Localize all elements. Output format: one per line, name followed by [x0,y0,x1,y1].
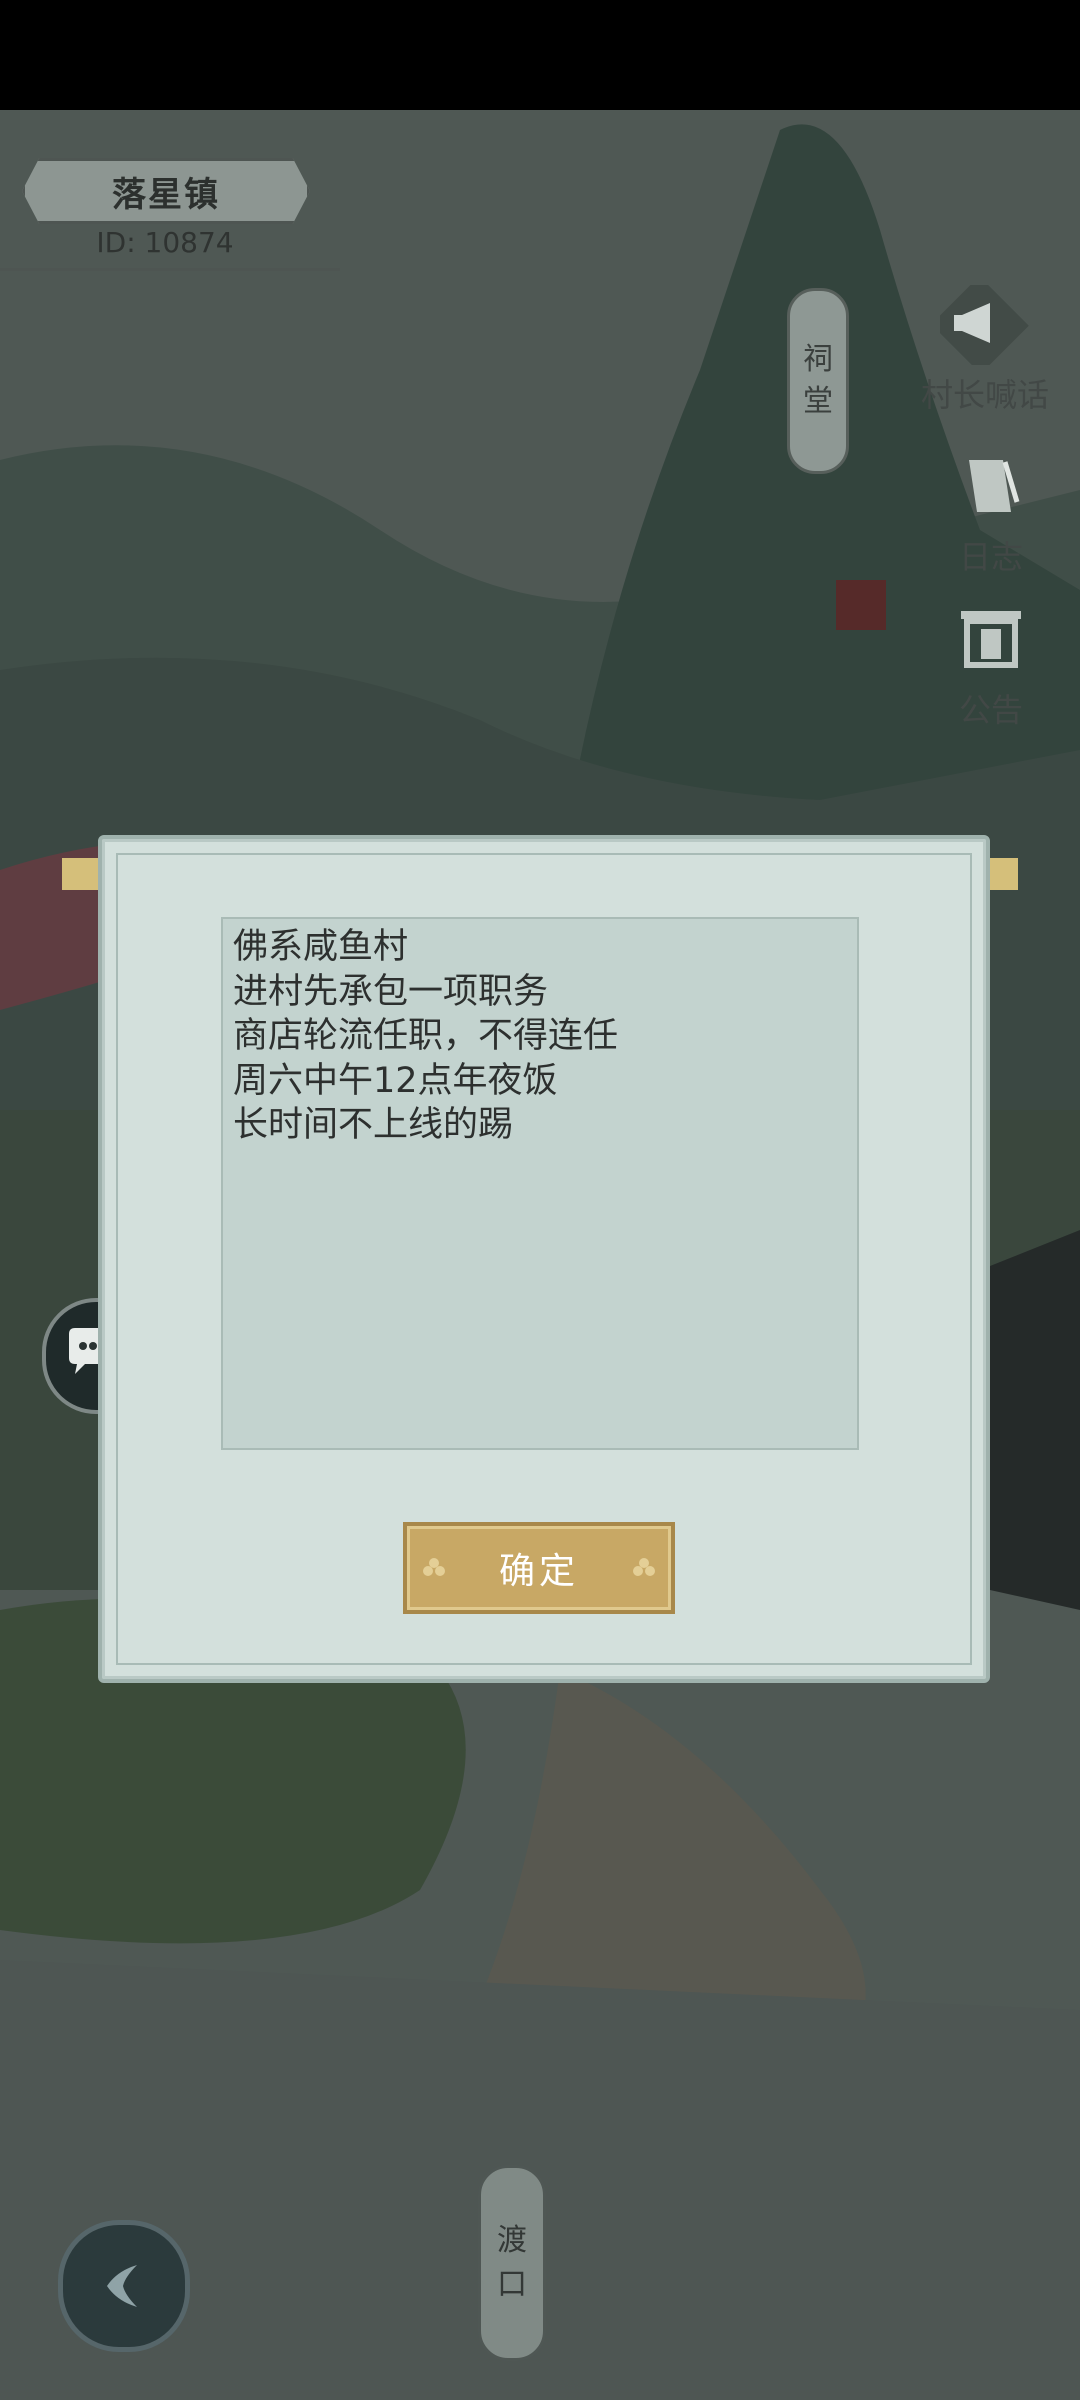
ferry-label[interactable]: 渡 口 [478,2165,546,2361]
megaphone-icon [935,280,1035,370]
chief-shout-button[interactable]: 村长喊话 [910,280,1060,416]
village-id: ID: 10874 [96,226,234,259]
ferry-char-2: 口 [497,2267,527,2302]
announcement-label: 公告 [958,691,1023,729]
chief-shout-label: 村长喊话 [920,376,1049,414]
back-button[interactable] [58,2220,190,2352]
notice-line: 长时间不上线的踢 [233,1105,514,1145]
village-info-panel: 落星镇 ID: 10874 [0,110,340,272]
notice-line: 佛系咸鱼村 [233,927,409,967]
status-bar [0,0,1080,110]
ferry-char-1: 渡 [497,2223,527,2258]
notice-line: 周六中午12点年夜饭 [233,1060,558,1101]
confirm-label: 确定 [498,1551,579,1592]
back-arrow-icon [107,2265,137,2307]
announcement-button[interactable]: 公告 [916,595,1066,731]
ancestral-hall-char-2: 堂 [803,384,833,419]
scroll-brush-icon [941,442,1041,532]
log-button[interactable]: 日志 [916,442,1066,578]
flower-ornament-icon [633,1558,655,1576]
ancestral-hall-label[interactable]: 祠 堂 [787,288,849,474]
log-label: 日志 [958,538,1023,576]
divider [0,268,340,271]
notice-line: 进村先承包一项职务 [233,971,549,1012]
village-name: 落星镇 [22,158,310,224]
announcement-text-area[interactable]: 佛系咸鱼村 进村先承包一项职务 商店轮流任职，不得连任 周六中午12点年夜饭 长… [221,917,859,1450]
ancestral-hall-char-1: 祠 [803,342,833,377]
confirm-button[interactable]: 确定 [403,1522,675,1614]
flower-ornament-icon [423,1558,445,1576]
notice-board-icon [941,595,1041,685]
notice-line: 商店轮流任职，不得连任 [233,1016,619,1056]
dialog-ornament-left [62,858,102,890]
